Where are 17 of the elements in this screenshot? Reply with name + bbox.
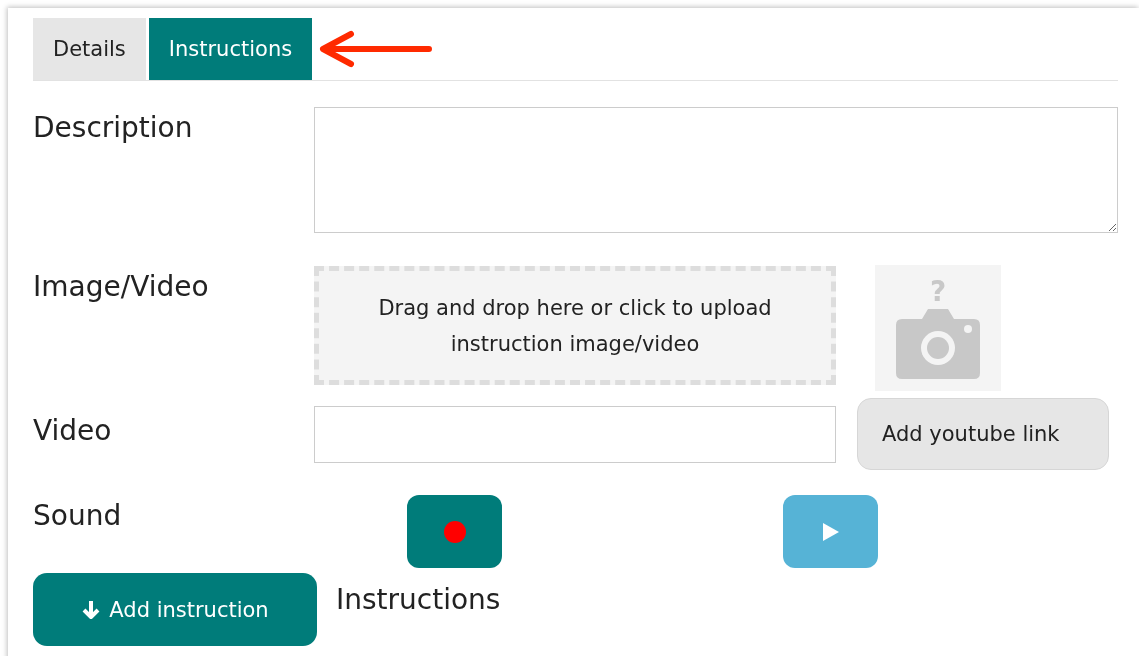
play-icon <box>821 521 840 542</box>
tab[interactable]: Instructions <box>148 18 313 80</box>
upload-dropzone[interactable]: Drag and drop here or click to upload instruction image/video <box>314 266 836 385</box>
add-youtube-link-button[interactable]: Add youtube link <box>857 398 1109 470</box>
play-button[interactable] <box>783 495 878 568</box>
field-label: Image/Video <box>33 270 210 303</box>
down-arrow-icon <box>81 598 102 621</box>
field-label: Video <box>33 413 113 447</box>
tab[interactable]: Details <box>33 18 146 80</box>
description-field[interactable] <box>314 107 1118 233</box>
field-label: Sound <box>33 499 123 532</box>
section-heading: Instructions <box>336 583 501 616</box>
add-instruction-button[interactable]: Add instruction <box>33 573 317 646</box>
question-mark: ? <box>929 277 947 307</box>
field-label: Description <box>33 111 194 144</box>
video-link-field[interactable] <box>314 405 836 463</box>
record-button[interactable] <box>407 495 502 568</box>
